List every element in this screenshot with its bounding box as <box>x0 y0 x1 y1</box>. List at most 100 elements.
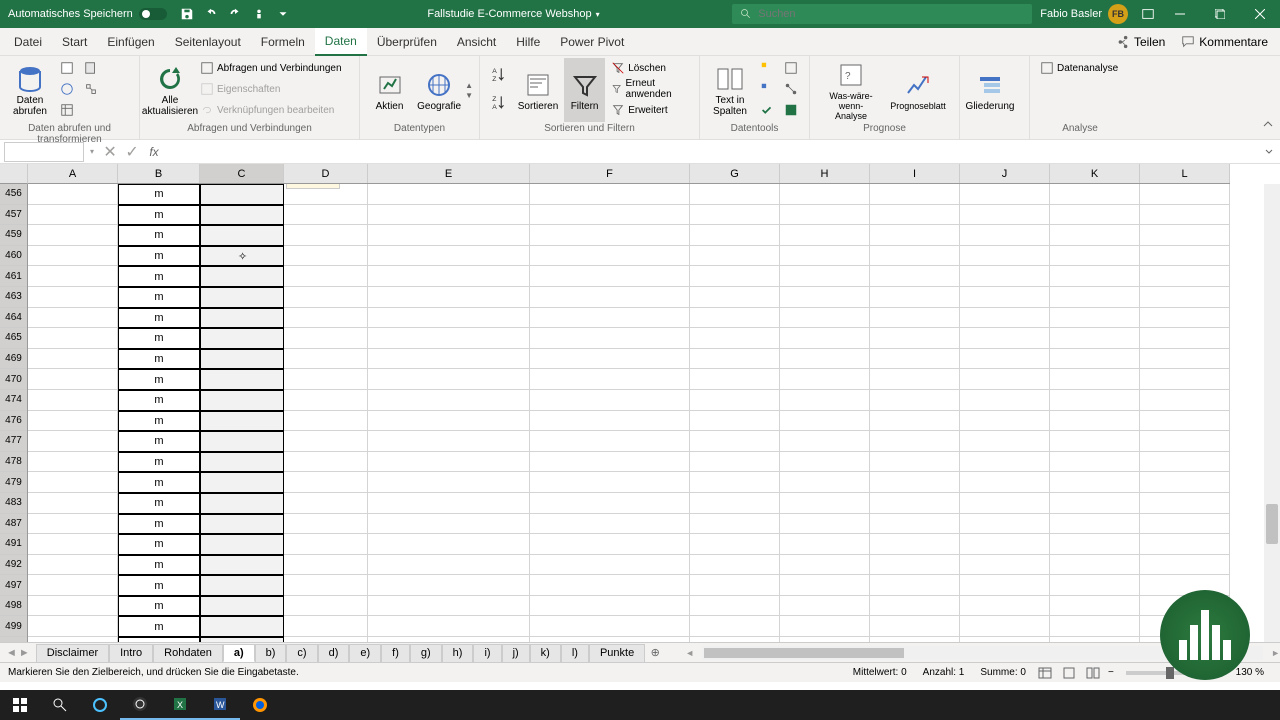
cell[interactable] <box>530 472 690 493</box>
cell[interactable] <box>530 390 690 411</box>
cell[interactable] <box>870 616 960 637</box>
cell[interactable] <box>530 534 690 555</box>
tab-formeln[interactable]: Formeln <box>251 28 315 56</box>
cell[interactable] <box>200 266 284 287</box>
cell[interactable] <box>1050 555 1140 576</box>
toggle-switch[interactable] <box>139 8 167 20</box>
cell[interactable] <box>530 431 690 452</box>
cell[interactable] <box>284 349 368 370</box>
cell[interactable] <box>284 596 368 617</box>
cell[interactable] <box>780 493 870 514</box>
cell[interactable]: m <box>118 596 200 617</box>
cell[interactable] <box>284 555 368 576</box>
cell[interactable] <box>690 184 780 205</box>
cell[interactable] <box>200 596 284 617</box>
text-to-columns-button[interactable]: Text in Spalten <box>706 58 754 122</box>
cell[interactable] <box>200 637 284 642</box>
cell[interactable] <box>960 452 1050 473</box>
minimize-button[interactable] <box>1160 0 1200 28</box>
cell[interactable] <box>690 596 780 617</box>
cell[interactable] <box>284 287 368 308</box>
cell[interactable] <box>690 246 780 267</box>
cell[interactable] <box>368 637 530 642</box>
validation-button[interactable] <box>756 100 778 120</box>
cell[interactable]: m <box>118 616 200 637</box>
connections-button[interactable] <box>80 79 102 99</box>
cell[interactable] <box>690 328 780 349</box>
cell[interactable] <box>530 184 690 205</box>
cell[interactable] <box>690 411 780 432</box>
col-header-L[interactable]: L <box>1140 164 1230 183</box>
cell[interactable] <box>1050 246 1140 267</box>
row-header[interactable]: 459 <box>0 225 27 246</box>
cell[interactable] <box>1050 390 1140 411</box>
sheet-tab[interactable]: d) <box>318 644 350 662</box>
cell[interactable] <box>870 349 960 370</box>
sheet-tab[interactable]: Rohdaten <box>153 644 223 662</box>
cell[interactable] <box>960 411 1050 432</box>
cell[interactable] <box>1140 411 1230 432</box>
cell[interactable] <box>780 390 870 411</box>
row-header[interactable]: 465 <box>0 328 27 349</box>
cell[interactable] <box>28 514 118 535</box>
cell[interactable] <box>780 637 870 642</box>
cell[interactable] <box>690 616 780 637</box>
expand-formula-icon[interactable] <box>1264 143 1280 161</box>
cell[interactable] <box>780 472 870 493</box>
cell[interactable]: m <box>118 555 200 576</box>
cell[interactable] <box>1050 411 1140 432</box>
cell[interactable]: m <box>118 431 200 452</box>
cell[interactable] <box>28 266 118 287</box>
cell[interactable] <box>530 616 690 637</box>
cell[interactable] <box>200 369 284 390</box>
cell[interactable] <box>1050 596 1140 617</box>
cell[interactable] <box>690 637 780 642</box>
col-header-F[interactable]: F <box>530 164 690 183</box>
cell[interactable]: m <box>118 411 200 432</box>
cell[interactable] <box>530 287 690 308</box>
obs-button[interactable] <box>120 690 160 720</box>
filter-button[interactable]: Filtern <box>564 58 605 122</box>
consolidate-button[interactable] <box>780 58 802 78</box>
col-header-I[interactable]: I <box>870 164 960 183</box>
page-layout-button[interactable] <box>1058 665 1080 681</box>
cell[interactable] <box>200 246 284 267</box>
cell[interactable] <box>28 349 118 370</box>
stocks-button[interactable]: Aktien <box>366 58 413 122</box>
cell[interactable] <box>690 349 780 370</box>
cell[interactable] <box>870 266 960 287</box>
cell[interactable] <box>28 534 118 555</box>
cell[interactable] <box>690 369 780 390</box>
cell[interactable] <box>690 225 780 246</box>
cell[interactable] <box>960 246 1050 267</box>
cell[interactable] <box>780 349 870 370</box>
sheet-tab[interactable]: l) <box>561 644 589 662</box>
cell[interactable] <box>200 575 284 596</box>
row-header[interactable]: 470 <box>0 369 27 390</box>
cell[interactable] <box>368 514 530 535</box>
cell[interactable] <box>1140 514 1230 535</box>
cell[interactable] <box>530 328 690 349</box>
cell[interactable] <box>960 596 1050 617</box>
cell[interactable] <box>1140 431 1230 452</box>
cell[interactable] <box>530 596 690 617</box>
cell[interactable] <box>1140 452 1230 473</box>
sheet-nav-next[interactable]: ► <box>19 647 30 659</box>
cell[interactable] <box>870 328 960 349</box>
cell[interactable]: m <box>118 637 200 642</box>
cell[interactable] <box>1140 205 1230 226</box>
cell[interactable] <box>780 555 870 576</box>
sort-az-button[interactable]: AZ <box>486 64 512 84</box>
cell[interactable] <box>1050 205 1140 226</box>
comments-button[interactable]: Kommentare <box>1173 35 1276 49</box>
cell[interactable] <box>28 308 118 329</box>
cell[interactable] <box>28 452 118 473</box>
recent-button[interactable] <box>80 58 102 78</box>
cell[interactable] <box>284 225 368 246</box>
col-header-H[interactable]: H <box>780 164 870 183</box>
undo-icon[interactable] <box>199 0 223 28</box>
cell[interactable] <box>368 308 530 329</box>
cell[interactable] <box>368 349 530 370</box>
cell[interactable] <box>284 390 368 411</box>
cell[interactable] <box>960 369 1050 390</box>
